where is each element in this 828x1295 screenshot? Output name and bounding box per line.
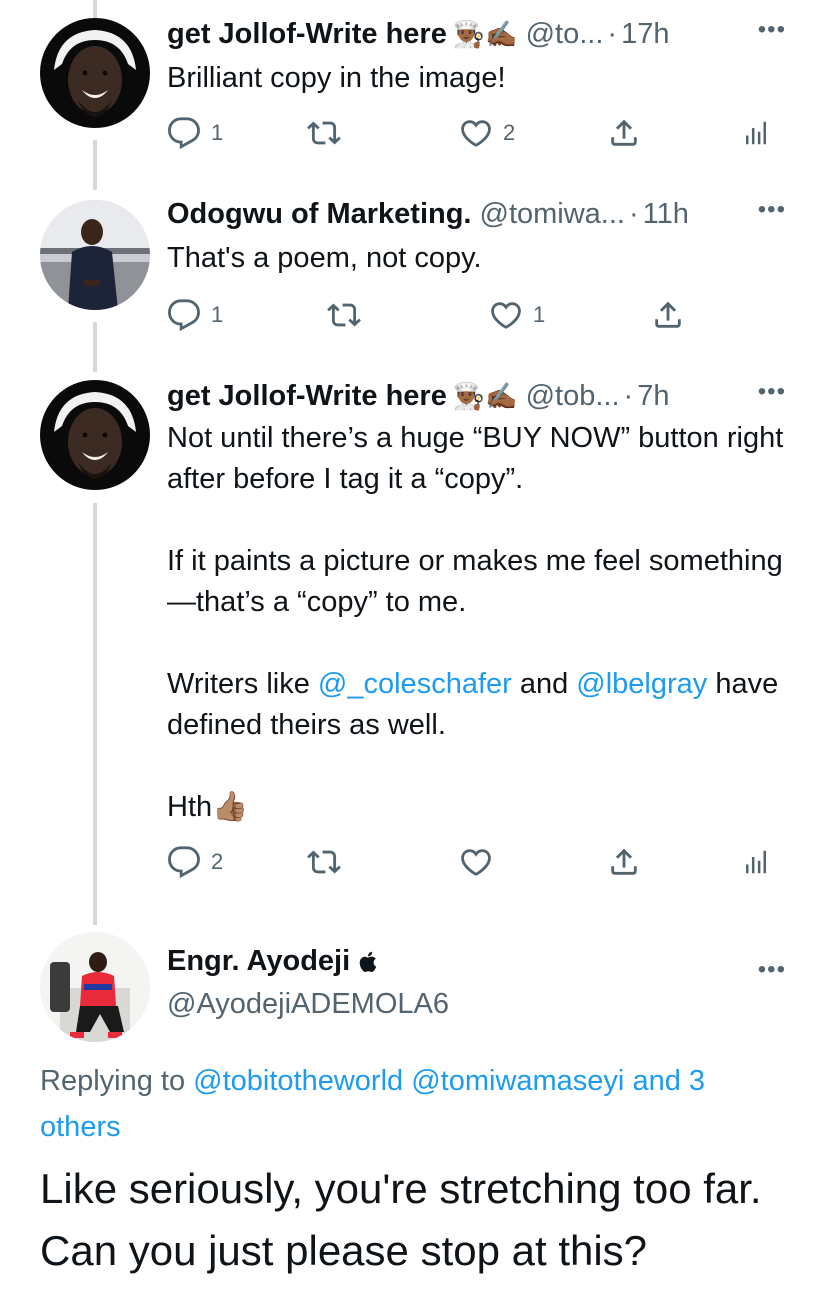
like-button[interactable]: 2 [459,113,515,153]
retweet-icon [327,298,361,332]
apple-icon [359,951,377,972]
analytics-icon [741,845,771,879]
more-icon[interactable]: ••• [758,378,786,406]
action-bar: 2 [167,842,767,882]
mention-link[interactable]: @tomiwamaseyi [411,1065,624,1097]
retweet-icon [307,116,341,150]
share-icon [607,116,641,150]
like-count: 2 [503,120,516,145]
mention-link[interactable]: @tobitotheworld [193,1065,403,1097]
tweet-paragraph: Not until there’s a huge “BUY NOW” butto… [167,422,784,495]
tweet-text: Not until there’s a huge “BUY NOW” butto… [167,418,788,828]
author-handle[interactable]: @tomiwa... [480,198,625,231]
analytics-icon [741,116,771,150]
avatar[interactable] [40,932,150,1042]
like-icon [459,116,493,150]
timestamp[interactable]: 17h [621,18,669,51]
avatar[interactable] [40,380,150,490]
like-icon [459,845,493,879]
action-bar: 1 1 [167,295,767,335]
analytics-button[interactable] [741,842,771,882]
author-handle[interactable]: @tob... [526,380,620,413]
mention-link[interactable]: @_coleschafer [318,668,512,700]
more-icon[interactable]: ••• [758,196,786,224]
tweet-paragraph: Hth👍🏽 [167,791,249,823]
name-emoji: 👨🏾‍🍳✍🏾 [452,18,518,49]
reply-icon [167,116,201,150]
separator-dot: · [607,17,618,50]
tweet-3[interactable]: get Jollof-Write here 👨🏾‍🍳✍🏾 @tob... · 7… [0,360,828,920]
tweet-text: That's a poem, not copy. [167,242,482,274]
avatar[interactable] [40,18,150,128]
author-handle[interactable]: @to... [526,18,604,51]
retweet-button[interactable] [307,842,341,882]
author-name[interactable]: Engr. Ayodeji [167,945,380,978]
reply-button[interactable]: 1 [167,295,223,335]
separator-dot: · [623,379,634,412]
like-button[interactable]: 1 [489,295,545,335]
retweet-button[interactable] [327,295,371,335]
author-name[interactable]: get Jollof-Write here [167,18,447,51]
action-bar: 1 2 [167,113,767,153]
author-handle[interactable]: @AyodejiADEMOLA6 [167,988,449,1021]
name-emoji: 👨🏾‍🍳✍🏾 [452,380,518,411]
like-count: 1 [533,302,546,327]
share-button[interactable] [607,113,641,153]
tweet-paragraph: If it paints a picture or makes me feel … [167,545,783,618]
timestamp[interactable]: 7h [637,380,669,413]
author-name[interactable]: get Jollof-Write here [167,380,447,413]
like-icon [489,298,523,332]
share-icon [651,298,685,332]
more-icon[interactable]: ••• [758,16,786,44]
mention-link[interactable]: @lbelgray [576,668,707,700]
tweet-2[interactable]: Odogwu of Marketing. @tomiwa... · 11h ••… [0,180,828,360]
reply-icon [167,845,201,879]
tweet-text: Brilliant copy in the image! [167,62,506,94]
focused-tweet-text: Like seriously, you're stretching too fa… [40,1165,762,1274]
timestamp[interactable]: 11h [643,198,689,231]
author-name[interactable]: Odogwu of Marketing. [167,198,472,231]
reply-count: 1 [211,302,224,327]
retweet-icon [307,845,341,879]
separator-dot: · [628,197,639,230]
tweet-1[interactable]: get Jollof-Write here 👨🏾‍🍳✍🏾 @to... · 17… [0,0,828,180]
share-button[interactable] [607,842,641,882]
reply-icon [167,298,201,332]
replying-to: Replying to @tobitotheworld @tomiwamasey… [40,1065,706,1143]
avatar[interactable] [40,200,150,310]
analytics-button[interactable] [741,113,771,153]
retweet-button[interactable] [307,113,351,153]
share-icon [607,845,641,879]
reply-count: 2 [211,849,224,874]
reply-count: 1 [211,120,224,145]
reply-button[interactable]: 2 [167,842,223,882]
tweet-paragraph: Writers like @_coleschafer and @lbelgray… [167,668,779,741]
share-button[interactable] [651,295,685,335]
reply-button[interactable]: 1 [167,113,223,153]
like-button[interactable] [459,842,493,882]
more-icon[interactable]: ••• [758,956,786,984]
